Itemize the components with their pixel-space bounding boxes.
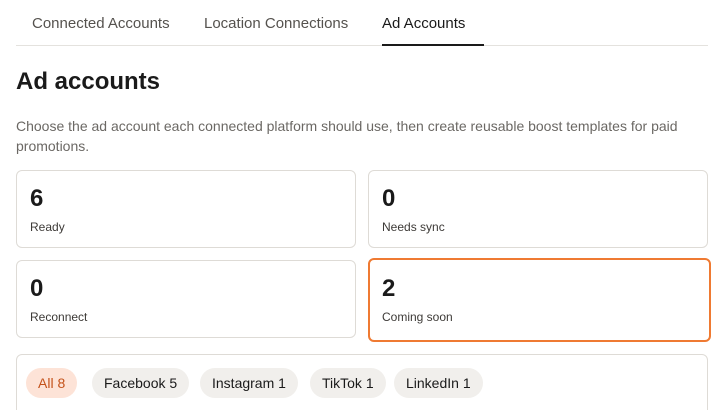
stat-value: 0	[382, 185, 396, 212]
filter-chip-instagram[interactable]: Instagram 1	[200, 368, 298, 398]
stat-label: Needs sync	[382, 220, 445, 234]
stat-value: 2	[382, 275, 396, 302]
tab-connected-accounts[interactable]: Connected Accounts	[32, 15, 170, 32]
tab-ad-accounts[interactable]: Ad Accounts	[382, 15, 465, 32]
stat-card-needs-sync: 0 Needs sync	[368, 170, 708, 248]
tab-location-connections[interactable]: Location Connections	[204, 15, 348, 32]
page-title: Ad accounts	[16, 68, 161, 95]
stat-value: 6	[30, 185, 44, 212]
stat-card-reconnect: 0 Reconnect	[16, 260, 356, 338]
stat-label: Ready	[30, 220, 65, 234]
active-tab-indicator	[382, 44, 484, 46]
filter-chip-linkedin[interactable]: LinkedIn 1	[394, 368, 483, 398]
stat-card-coming-soon: 2 Coming soon	[368, 258, 711, 342]
stat-card-ready: 6 Ready	[16, 170, 356, 248]
filter-chip-facebook[interactable]: Facebook 5	[92, 368, 190, 398]
page-description: Choose the ad account each connected pla…	[16, 118, 678, 154]
filter-chip-tiktok[interactable]: TikTok 1	[310, 368, 386, 398]
stat-value: 0	[30, 275, 44, 302]
filter-chip-all[interactable]: All 8	[26, 368, 78, 398]
stat-label: Reconnect	[30, 310, 88, 324]
stat-label: Coming soon	[382, 310, 453, 324]
tab-bar: Connected Accounts Location Connections …	[16, 0, 708, 46]
platform-filter-panel: All 8 Facebook 5 Instagram 1 TikTok 1 Li…	[16, 354, 708, 410]
